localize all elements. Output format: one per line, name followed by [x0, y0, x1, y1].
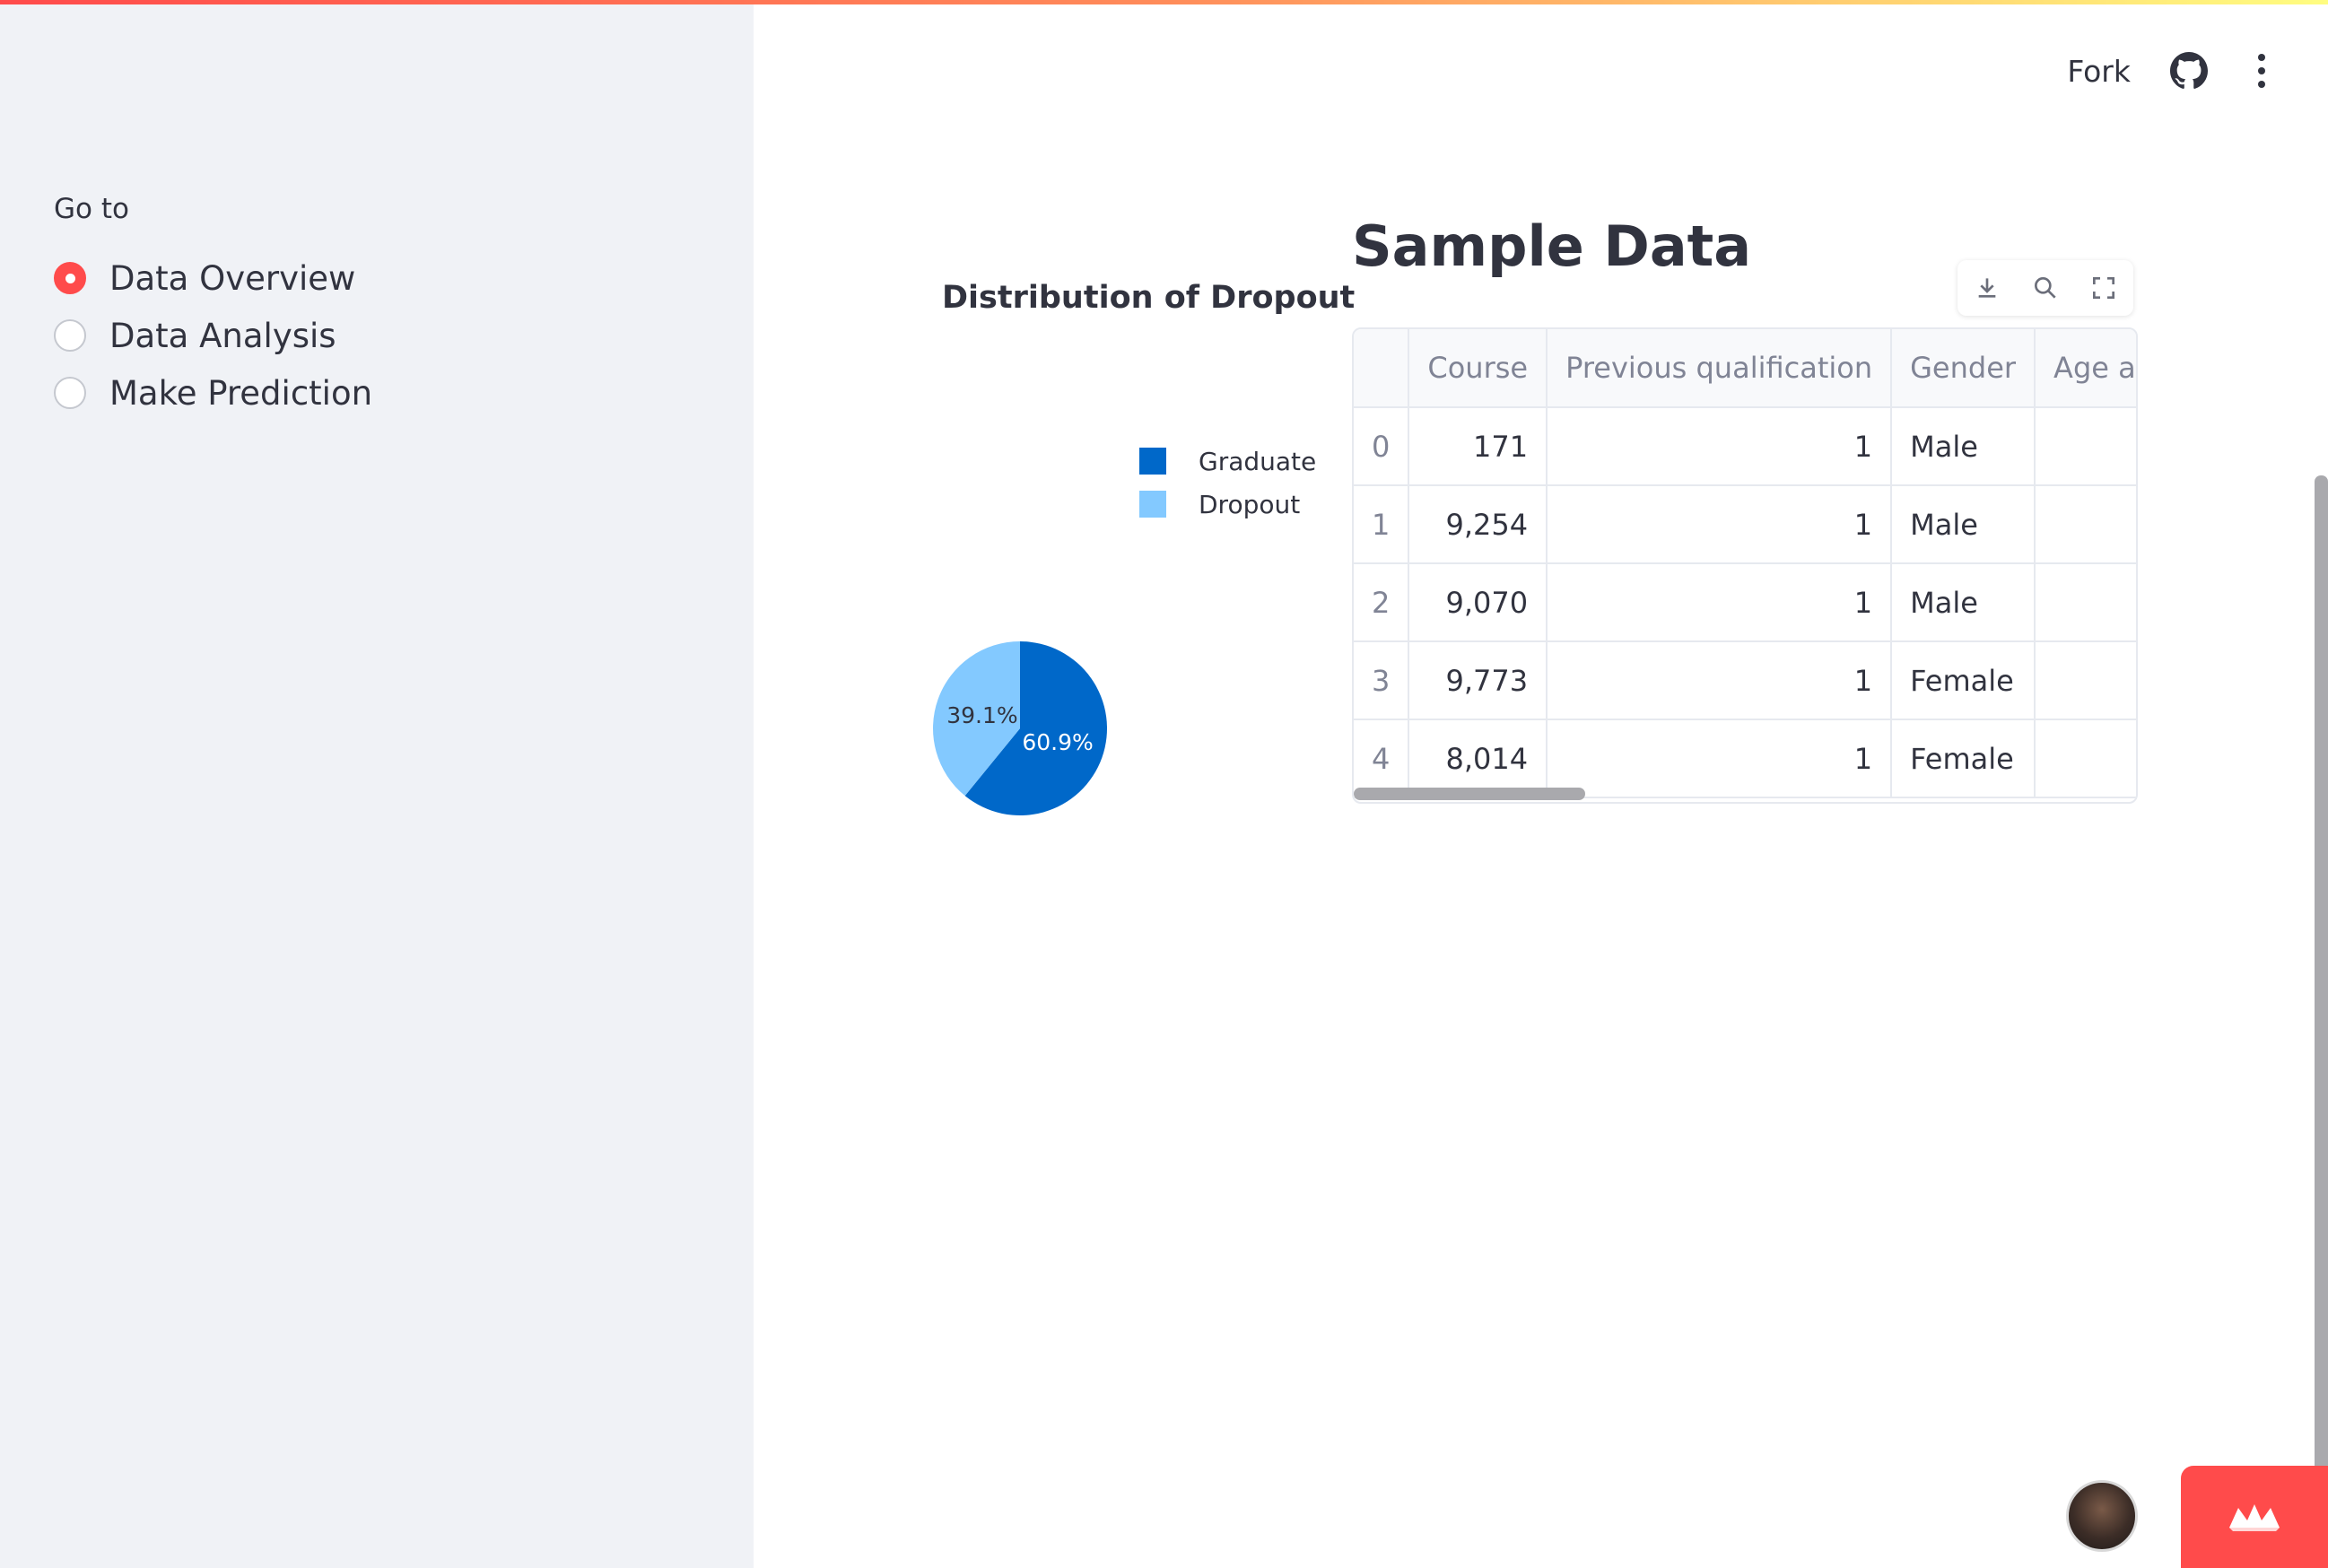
cell-gender[interactable]: Female: [1891, 719, 2036, 798]
nav-option-make-prediction[interactable]: Make Prediction: [54, 366, 372, 420]
table-row[interactable]: 1 9,254 1 Male: [1354, 485, 2136, 564]
table-header-row: Course Previous qualification Gender Age…: [1354, 329, 2136, 408]
cell-gender[interactable]: Male: [1891, 407, 2036, 486]
sample-data-table[interactable]: Course Previous qualification Gender Age…: [1352, 327, 2138, 804]
cell-course[interactable]: 9,070: [1408, 563, 1548, 642]
radio-unselected-icon[interactable]: [54, 319, 86, 352]
row-index: 3: [1354, 641, 1410, 720]
column-header-previous-qualification[interactable]: Previous qualification: [1547, 329, 1893, 408]
cell-age[interactable]: [2035, 719, 2136, 798]
table-horizontal-scrollbar[interactable]: [1354, 788, 1585, 800]
nav-label: Go to: [54, 193, 129, 225]
row-index: 0: [1354, 407, 1410, 486]
legend-swatch: [1139, 448, 1166, 475]
fullscreen-icon[interactable]: [2089, 274, 2118, 302]
cell-age[interactable]: [2035, 563, 2136, 642]
cell-previous-qualification[interactable]: 1: [1547, 719, 1893, 798]
cell-previous-qualification[interactable]: 1: [1547, 407, 1893, 486]
table-row[interactable]: 4 8,014 1 Female: [1354, 719, 2136, 798]
legend-item-graduate: Graduate: [1139, 440, 1316, 483]
cell-previous-qualification[interactable]: 1: [1547, 485, 1893, 564]
legend-item-dropout: Dropout: [1139, 483, 1316, 526]
cell-gender[interactable]: Male: [1891, 563, 2036, 642]
page-scrollbar[interactable]: [2315, 475, 2328, 1471]
chart-legend: Graduate Dropout: [1139, 440, 1316, 526]
column-header-age[interactable]: Age a: [2035, 329, 2136, 408]
cell-course[interactable]: 9,254: [1408, 485, 1548, 564]
row-index: 1: [1354, 485, 1410, 564]
radio-selected-icon[interactable]: [54, 262, 86, 294]
column-header-gender[interactable]: Gender: [1891, 329, 2036, 408]
header-actions: Fork: [2067, 52, 2265, 90]
legend-label: Dropout: [1199, 489, 1301, 519]
dataframe-toolbar: [1957, 260, 2133, 316]
cell-previous-qualification[interactable]: 1: [1547, 563, 1893, 642]
cell-course[interactable]: 8,014: [1408, 719, 1548, 798]
main-menu-icon[interactable]: [2258, 54, 2265, 88]
cell-gender[interactable]: Female: [1891, 641, 2036, 720]
nav-option-label: Data Overview: [109, 258, 356, 298]
pie-label-graduate: 60.9%: [1022, 729, 1093, 755]
legend-label: Graduate: [1199, 446, 1317, 476]
cell-age[interactable]: [2035, 485, 2136, 564]
row-index: 2: [1354, 563, 1410, 642]
download-icon[interactable]: [1973, 274, 2001, 302]
cell-course[interactable]: 171: [1408, 407, 1548, 486]
legend-swatch: [1139, 491, 1166, 518]
pie-chart[interactable]: 60.9%39.1%: [930, 639, 1110, 818]
table-row[interactable]: 0 171 1 Male: [1354, 407, 2136, 486]
nav-option-label: Data Analysis: [109, 316, 336, 355]
cell-age[interactable]: [2035, 407, 2136, 486]
nav-option-data-overview[interactable]: Data Overview: [54, 251, 355, 305]
user-avatar[interactable]: [2066, 1480, 2138, 1552]
fork-button[interactable]: Fork: [2067, 54, 2131, 89]
page-title: Sample Data: [1352, 213, 1752, 279]
cell-gender[interactable]: Male: [1891, 485, 2036, 564]
streamlit-crown-icon: [2229, 1504, 2280, 1531]
nav-option-label: Make Prediction: [109, 373, 373, 413]
pie-label-dropout: 39.1%: [946, 702, 1017, 728]
cell-course[interactable]: 9,773: [1408, 641, 1548, 720]
radio-unselected-icon[interactable]: [54, 377, 86, 409]
cell-age[interactable]: [2035, 641, 2136, 720]
search-icon[interactable]: [2031, 274, 2060, 302]
sidebar: Go to Data Overview Data Analysis Make P…: [0, 4, 754, 1568]
table-row[interactable]: 2 9,070 1 Male: [1354, 563, 2136, 642]
chart-title: Distribution of Dropout: [942, 280, 1356, 316]
github-icon[interactable]: [2170, 52, 2208, 90]
streamlit-badge[interactable]: [2181, 1466, 2328, 1568]
column-header-course[interactable]: Course: [1408, 329, 1548, 408]
cell-previous-qualification[interactable]: 1: [1547, 641, 1893, 720]
column-header-index[interactable]: [1354, 329, 1410, 408]
table-row[interactable]: 3 9,773 1 Female: [1354, 641, 2136, 720]
row-index: 4: [1354, 719, 1410, 798]
nav-option-data-analysis[interactable]: Data Analysis: [54, 309, 336, 362]
